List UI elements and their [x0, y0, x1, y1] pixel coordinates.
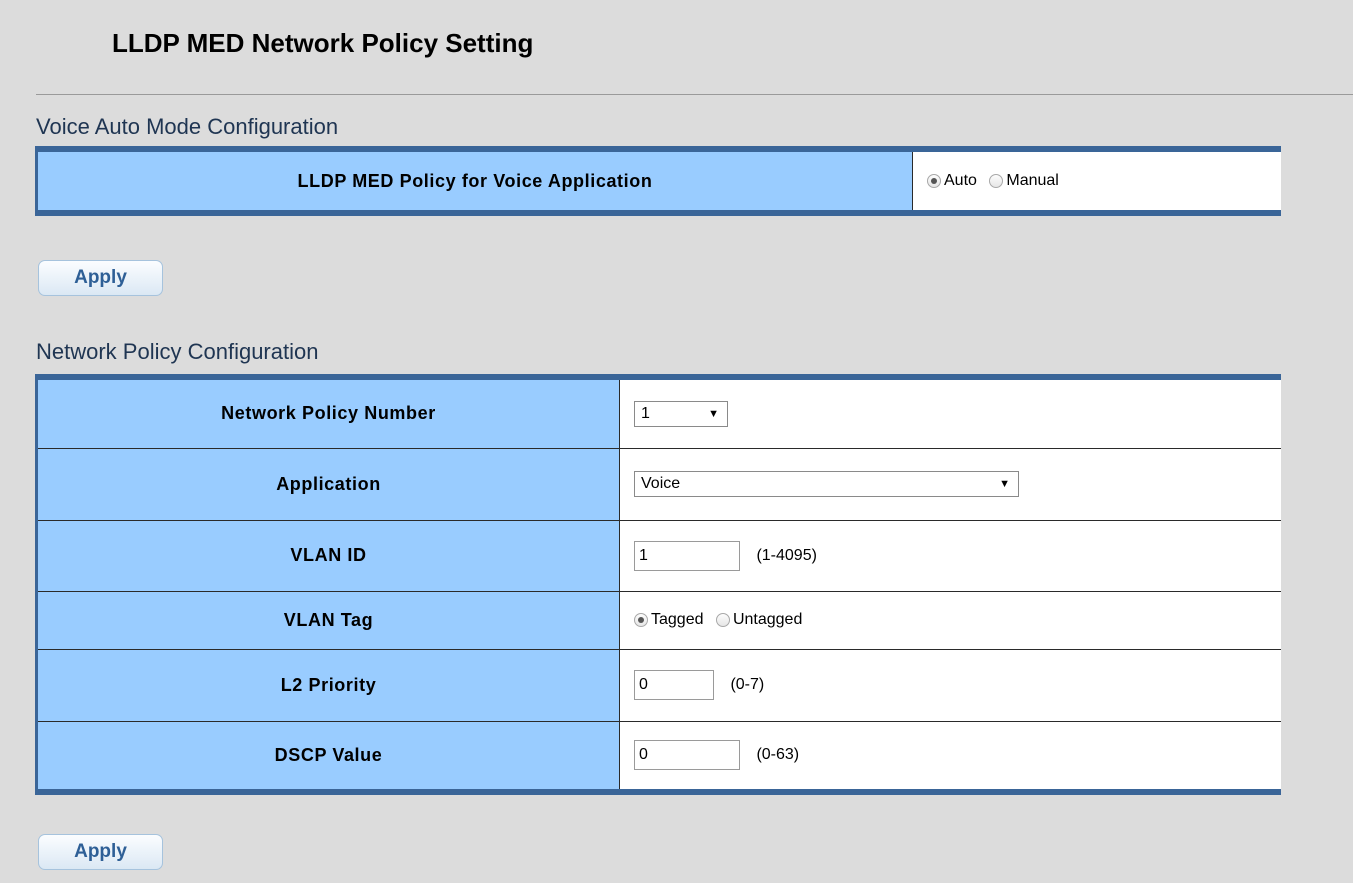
dscp-value-cell: 0 (0-63) [619, 720, 1281, 792]
application-row: Application Voice ▼ [35, 447, 1281, 521]
l2-priority-range-hint: (0-7) [730, 676, 765, 693]
vlan-tag-label: VLAN Tag [35, 590, 620, 650]
voice-auto-section-title: Voice Auto Mode Configuration [36, 114, 339, 139]
application-label: Application [35, 447, 620, 521]
tagged-radio[interactable] [634, 612, 648, 627]
vlan-tag-row: VLAN Tag Tagged Untagged [35, 590, 1281, 650]
network-policy-section-title: Network Policy Configuration [36, 339, 319, 364]
manual-radio[interactable] [989, 173, 1004, 188]
title-divider [36, 94, 1353, 95]
untagged-radio-label[interactable]: Untagged [733, 611, 802, 628]
untagged-radio[interactable] [715, 612, 730, 627]
l2-priority-cell: 0 (0-7) [619, 648, 1281, 722]
vlan-id-label: VLAN ID [35, 519, 620, 592]
manual-radio-label[interactable]: Manual [1006, 172, 1058, 189]
auto-radio-label[interactable]: Auto [944, 172, 977, 189]
vlan-id-input[interactable]: 1 [634, 540, 740, 571]
vlan-tag-cell: Tagged Untagged [619, 590, 1281, 650]
dscp-value-label: DSCP Value [35, 720, 620, 792]
chevron-down-icon: ▼ [999, 478, 1010, 490]
voice-policy-label: LLDP MED Policy for Voice Application [35, 149, 913, 213]
voice-policy-row: LLDP MED Policy for Voice Application Au… [35, 149, 1281, 213]
vlan-id-cell: 1 (1-4095) [619, 519, 1281, 592]
chevron-down-icon: ▼ [708, 407, 719, 420]
voice-apply-button[interactable]: Apply [38, 260, 163, 296]
dscp-value-row: DSCP Value 0 (0-63) [35, 720, 1281, 792]
vlan-id-row: VLAN ID 1 (1-4095) [35, 519, 1281, 592]
policy-number-label: Network Policy Number [35, 377, 620, 449]
network-policy-apply-button[interactable]: Apply [38, 834, 163, 870]
l2-priority-input[interactable]: 0 [634, 670, 714, 700]
policy-number-row: Network Policy Number 1 ▼ [35, 377, 1281, 449]
page-title: LLDP MED Network Policy Setting [112, 28, 534, 58]
application-cell: Voice ▼ [619, 447, 1281, 521]
l2-priority-row: L2 Priority 0 (0-7) [35, 648, 1281, 722]
voice-auto-table: LLDP MED Policy for Voice Application Au… [35, 146, 1281, 216]
voice-policy-value-cell: Auto Manual [912, 149, 1281, 213]
policy-number-selected: 1 [641, 404, 650, 422]
policy-number-cell: 1 ▼ [619, 377, 1281, 449]
dscp-value-range-hint: (0-63) [756, 746, 800, 764]
network-policy-table: Network Policy Number 1 ▼ Application Vo… [35, 374, 1281, 795]
l2-priority-label: L2 Priority [35, 648, 620, 722]
application-selected: Voice [641, 475, 681, 492]
tagged-radio-label[interactable]: Tagged [651, 611, 704, 628]
vlan-id-range-hint: (1-4095) [756, 546, 817, 564]
application-select[interactable]: Voice ▼ [634, 471, 1019, 497]
auto-radio[interactable] [927, 173, 941, 188]
dscp-value-input[interactable]: 0 [634, 740, 740, 771]
policy-number-select[interactable]: 1 ▼ [634, 400, 728, 427]
